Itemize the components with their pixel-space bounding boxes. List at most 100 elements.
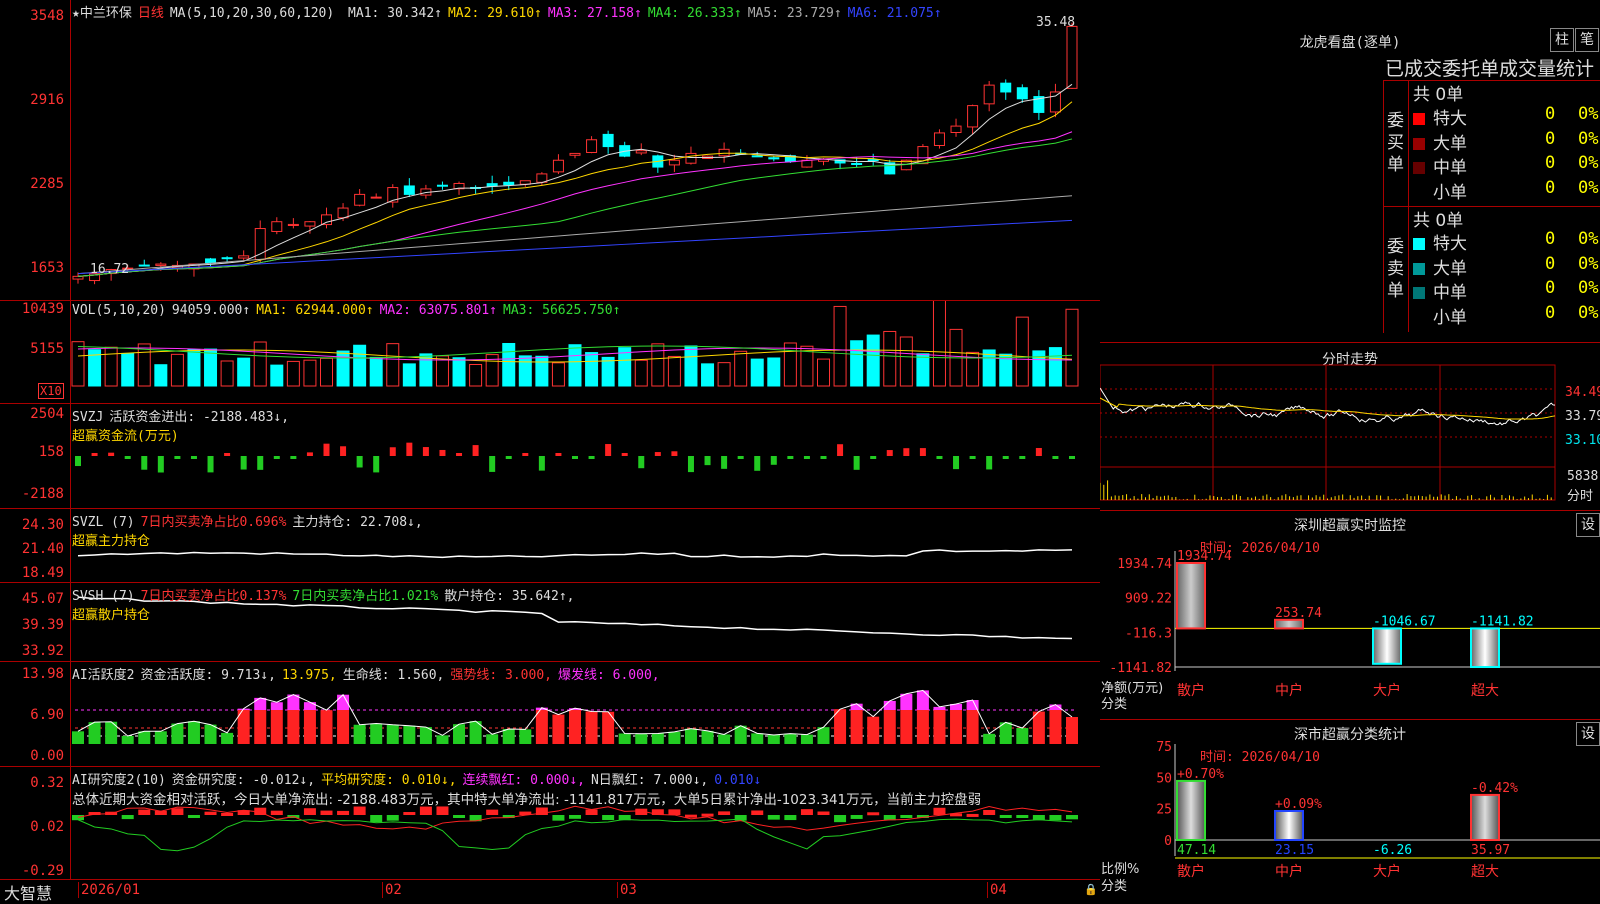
- category-label: 超大: [1471, 864, 1499, 880]
- activity-bar: [867, 716, 880, 744]
- intraday-frame: [1100, 364, 1556, 501]
- candlestick-chart[interactable]: [0, 0, 1100, 300]
- research-bar: [767, 815, 780, 820]
- candle: [635, 150, 647, 154]
- activity-bar: [320, 710, 333, 744]
- research-bar: [270, 810, 283, 815]
- intraday-chart[interactable]: [1100, 343, 1600, 510]
- activity-bar: [1066, 717, 1078, 744]
- candle: [304, 221, 316, 227]
- candle: [718, 148, 730, 157]
- lock-icon[interactable]: 🔒: [1084, 883, 1098, 896]
- delta-label: -0.42%: [1471, 781, 1518, 796]
- row-value: 0: [1545, 153, 1556, 173]
- research-bar: [999, 815, 1012, 818]
- fund-flow-bar: [555, 453, 562, 456]
- color-swatch: [1413, 287, 1425, 299]
- research-bar: [486, 809, 499, 815]
- research-bar: [303, 808, 316, 815]
- activity-bar: [403, 725, 416, 744]
- kline-indicator-bar: ★中兰环保 日线 MA(5,10,20,30,60,120) MA1: 30.342…: [72, 2, 954, 21]
- ma-label: MA(5,10,20,30,60,120): [169, 6, 335, 21]
- fund-flow-bar: [240, 456, 247, 470]
- fund-flow-bar: [323, 443, 330, 456]
- ai-activity-pane[interactable]: 13.98 6.90 0.00 AI活跃度2 资金活跃度: 9.713↓, 13.9…: [0, 662, 1100, 767]
- research-bar: [751, 810, 764, 815]
- fund-flow-bar: [687, 456, 694, 473]
- activity-bar: [535, 710, 548, 744]
- volume-pane[interactable]: 10439 5155 X10 VOL(5,10,20) 94059.000↑ MA1…: [0, 301, 1100, 404]
- fund-flow-bar: [903, 448, 910, 456]
- intraday-panel[interactable]: 分时走势 34.49 33.79 33.10 5838 分时: [1100, 343, 1600, 511]
- candle: [354, 193, 366, 206]
- y-label: 25: [1156, 803, 1172, 818]
- volume-bar: [336, 350, 350, 387]
- lhb-header: 已成交委托单成交量统计: [1385, 58, 1595, 80]
- kline-pane[interactable]: 3548 2916 2285 1653 ★中兰环保 日线 MA(5,10,20,30…: [0, 0, 1100, 301]
- intraday-price: 33.10: [1565, 433, 1600, 448]
- fund-flow-bar: [340, 446, 347, 456]
- row-percent: 0%: [1578, 278, 1599, 298]
- volume-bar: [320, 357, 333, 387]
- activity-bar: [270, 710, 283, 744]
- volume-bar: [518, 355, 532, 387]
- row-percent: 0%: [1578, 104, 1599, 124]
- y-label: 75: [1156, 740, 1172, 755]
- volume-bar: [883, 330, 897, 387]
- candle: [950, 125, 962, 133]
- activity-bar: [370, 723, 383, 744]
- volume-bar: [353, 344, 367, 387]
- fund-flow-bar: [75, 456, 81, 467]
- candle: [983, 84, 995, 105]
- candle: [1066, 25, 1078, 89]
- svzj-value: 活跃资金进出: -2188.483↓,: [109, 410, 290, 425]
- volume-bar: [535, 355, 549, 387]
- research-bar: [834, 815, 847, 823]
- svzl-pane[interactable]: 24.30 21.40 18.49 SVZL (7) 7日内买卖净占比0.696%…: [0, 509, 1100, 583]
- tick-mode-button[interactable]: 笔: [1575, 28, 1599, 52]
- volume-bar: [701, 363, 715, 387]
- activity-bar-top: [900, 693, 913, 710]
- fund-flow-bar: [1052, 456, 1059, 459]
- ma-line-2: [77, 101, 1073, 277]
- fund-flow-bar: [472, 445, 479, 456]
- ai-research-pane[interactable]: 0.32 0.02 -0.29 AI研究度2(10) 资金研究度: -0.012↓…: [0, 767, 1100, 880]
- candle: [72, 275, 84, 280]
- research-bar: [138, 809, 151, 815]
- fund-flow-bar: [456, 453, 463, 456]
- bar-mode-button[interactable]: 柱: [1550, 28, 1574, 52]
- volume-bar: [734, 350, 748, 387]
- activity-bar: [684, 728, 697, 744]
- activity-bar-top: [254, 697, 267, 710]
- row-percent: 0%: [1578, 253, 1599, 274]
- svzl-ratio: 7日内买卖净占比0.696%: [140, 515, 287, 530]
- ratio-bar: [1176, 779, 1206, 841]
- candle: [337, 207, 349, 219]
- y-label: -116.3: [1125, 626, 1172, 641]
- ai2-avg: 平均研究度: 0.010↓,: [321, 773, 457, 788]
- period-label[interactable]: 日线: [138, 6, 164, 21]
- category-label: 散户: [1177, 863, 1205, 880]
- svzj-indicator-bar: SVZJ 活跃资金进出: -2188.483↓, 超赢资金流(万元): [72, 406, 295, 444]
- volume-bar: [154, 364, 168, 387]
- fund-flow-bar: [141, 456, 148, 470]
- svsh-ratio1: 7日内买卖净占比0.137%: [140, 589, 287, 604]
- activity-bar: [635, 733, 648, 744]
- volume-bar: [369, 356, 383, 387]
- svzj-pane[interactable]: 2504 158 -2188 SVZJ 活跃资金进出: -2188.483↓, 超…: [0, 404, 1100, 509]
- ma-value-4: MA4: 26.333↑: [647, 6, 742, 21]
- fund-flow-bar: [853, 456, 860, 470]
- activity-bar: [800, 734, 813, 744]
- research-line-green: [77, 818, 1073, 852]
- activity-bar: [436, 735, 449, 744]
- fund-flow-bar: [505, 456, 512, 459]
- fund-flow-bar: [1019, 456, 1026, 459]
- svzj-label: SVZJ: [72, 410, 104, 425]
- svsh-pane[interactable]: 45.07 39.39 33.92 SVSH (7) 7日内买卖净占比0.137%…: [0, 583, 1100, 662]
- row-label: 中单: [1433, 283, 1467, 303]
- volume-bar: [170, 353, 184, 387]
- fund-flow-bar: [919, 448, 926, 456]
- fund-flow-bar: [986, 456, 993, 470]
- bar-label: 23.15: [1275, 843, 1314, 858]
- fund-flow-bar: [522, 453, 529, 456]
